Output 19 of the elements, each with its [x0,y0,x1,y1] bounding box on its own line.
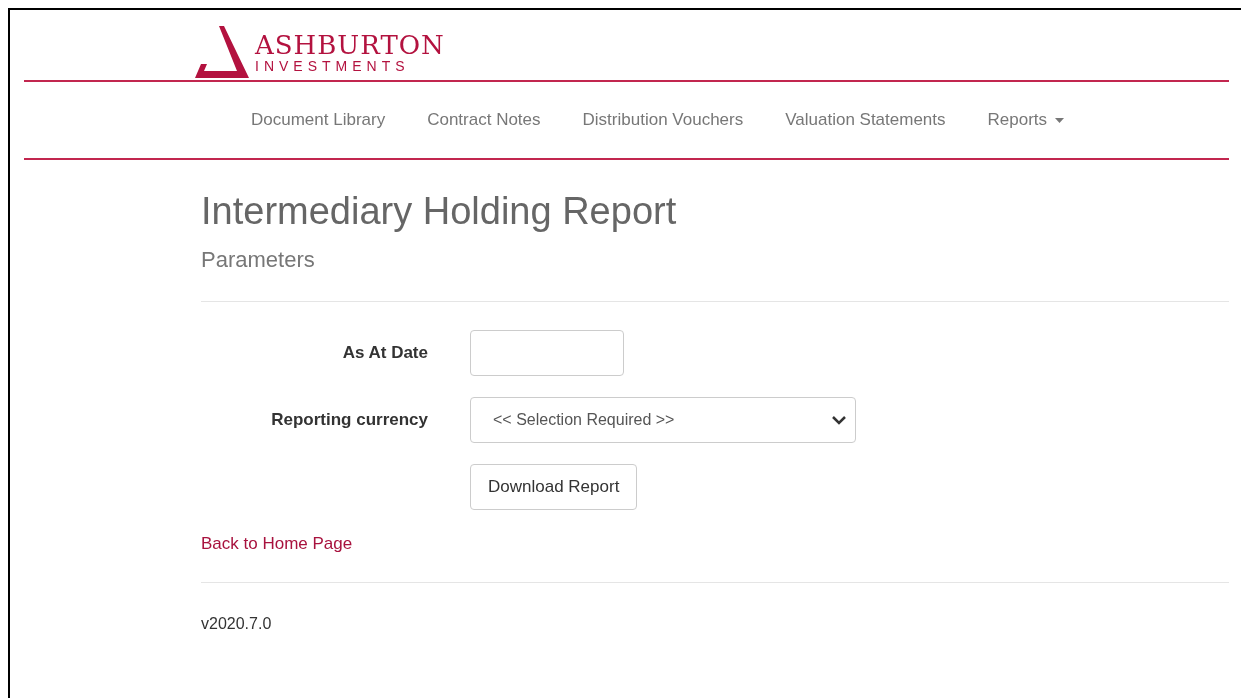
nav-link[interactable]: Contract Notes [406,110,562,130]
back-link[interactable]: Back to Home Page [201,534,353,554]
logo-tagline: INVESTMENTS [255,58,411,73]
version-text: v2020.7.0 [201,615,273,633]
chevron-icon [831,415,847,425]
caret-icon [1055,117,1065,123]
download-button[interactable]: Download Report [470,464,638,510]
field-label: Reporting currency [271,410,428,430]
field-label: As At Date [342,343,428,363]
logo-triangle-icon [195,26,249,78]
currency-select[interactable]: << Selection Required >> [470,397,856,443]
page-subtitle: Parameters [201,247,316,273]
page-title: Intermediary Holding Report [201,190,678,233]
nav-link[interactable]: Document Library [230,110,407,130]
nav-link[interactable]: Reports [966,110,1086,130]
nav-link[interactable]: Valuation Statements [764,110,967,130]
nav-link[interactable]: Distribution Vouchers [561,110,765,130]
date-field[interactable] [470,330,624,376]
logo-name: ASHBURTON [255,31,445,58]
